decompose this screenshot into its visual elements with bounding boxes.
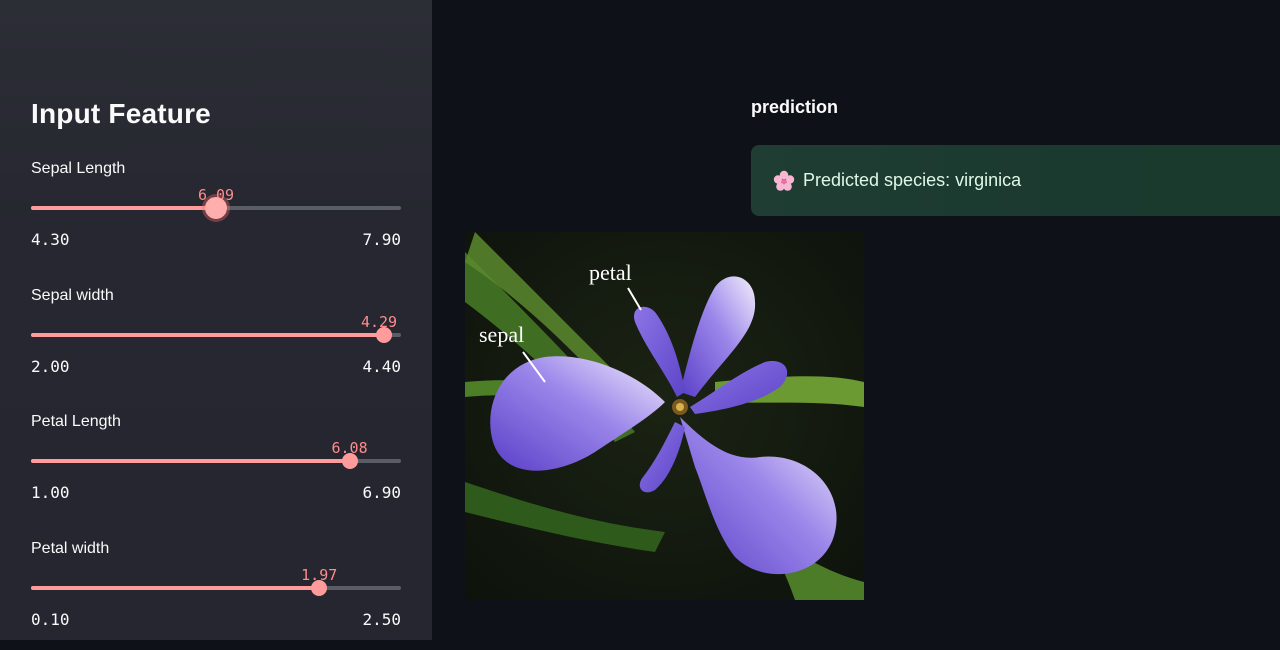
slider-max: 6.90 — [362, 483, 401, 502]
petal-length-slider[interactable]: Petal Length 6.08 1.00 6.90 — [31, 413, 401, 523]
sidebar: Input Feature Sepal Length 6.09 4.30 7.9… — [0, 0, 432, 640]
slider-fill — [31, 459, 350, 463]
slider-max: 7.90 — [362, 230, 401, 249]
sidebar-title: Input Feature — [31, 98, 211, 129]
iris-illustration: petal sepal — [465, 232, 864, 600]
slider-min: 1.00 — [31, 483, 70, 502]
petal-width-slider[interactable]: Petal width 1.97 0.10 2.50 — [31, 540, 401, 650]
success-alert: Predicted species: virginica — [751, 145, 1280, 216]
slider-thumb[interactable] — [205, 197, 227, 219]
slider-track[interactable] — [31, 453, 401, 469]
prediction-heading: prediction — [751, 97, 839, 117]
slider-min: 2.00 — [31, 357, 70, 376]
slider-fill — [31, 586, 320, 590]
slider-track[interactable] — [31, 327, 401, 343]
sepal-label: sepal — [479, 322, 524, 347]
slider-max: 2.50 — [362, 610, 401, 629]
prediction-text: Predicted species: virginica — [803, 170, 1022, 190]
slider-min: 4.30 — [31, 230, 70, 249]
slider-track[interactable] — [31, 197, 401, 219]
sepal-width-slider[interactable]: Sepal width 4.29 2.00 4.40 — [31, 287, 401, 397]
slider-label: Petal Length — [31, 413, 121, 430]
slider-label: Petal width — [31, 540, 110, 557]
slider-fill — [31, 333, 384, 337]
slider-min: 0.10 — [31, 610, 70, 629]
petal-label: petal — [589, 260, 632, 285]
slider-thumb[interactable] — [375, 327, 392, 343]
iris-flower-image: petal sepal — [465, 232, 864, 600]
slider-label: Sepal Length — [31, 160, 126, 177]
sepal-length-slider[interactable]: Sepal Length 6.09 4.30 7.90 — [31, 160, 401, 270]
slider-track[interactable] — [31, 580, 401, 596]
slider-max: 4.40 — [362, 357, 401, 376]
slider-thumb[interactable] — [311, 580, 328, 596]
slider-fill — [31, 206, 216, 210]
slider-label: Sepal width — [31, 287, 114, 304]
slider-thumb[interactable] — [341, 453, 358, 469]
cherry-blossom-icon — [773, 170, 795, 191]
